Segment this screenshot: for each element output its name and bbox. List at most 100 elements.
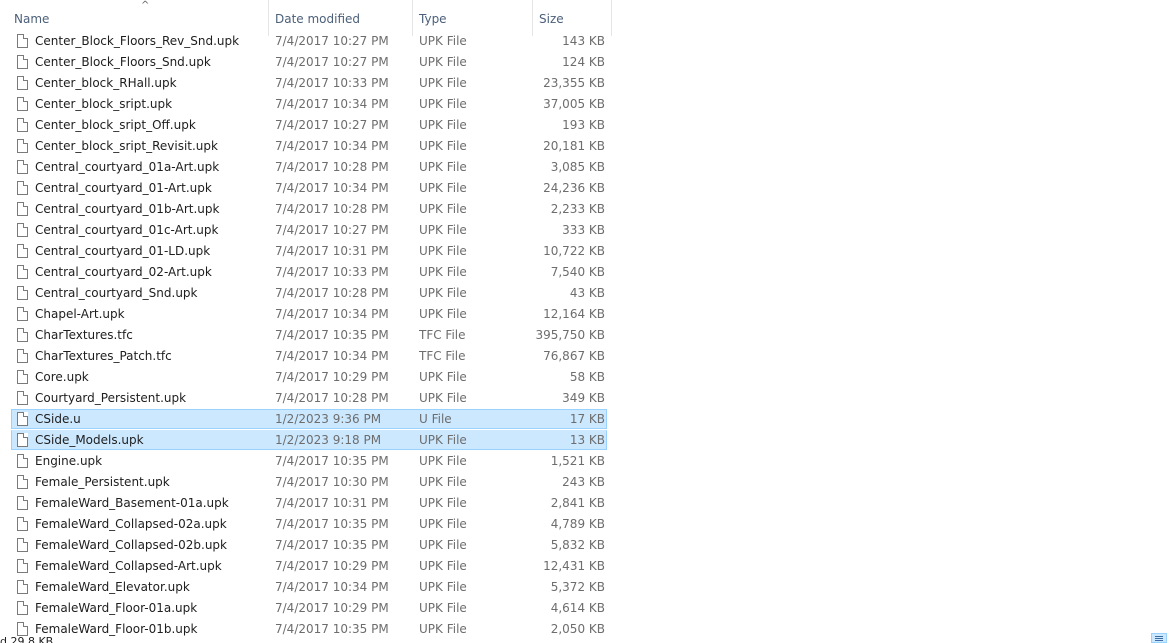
- file-type: UPK File: [419, 433, 467, 447]
- file-date-modified: 7/4/2017 10:27 PM: [275, 34, 389, 48]
- file-row[interactable]: Core.upk 7/4/2017 10:29 PM UPK File 58 KB: [0, 367, 1171, 388]
- file-name: Center_Block_Floors_Snd.upk: [35, 55, 211, 69]
- file-icon: [17, 391, 28, 405]
- file-row[interactable]: Center_block_sript.upk 7/4/2017 10:34 PM U…: [0, 94, 1171, 115]
- file-row[interactable]: Center_block_RHall.upk 7/4/2017 10:33 PM U…: [0, 73, 1171, 94]
- file-name: CSide_Models.upk: [35, 433, 144, 447]
- file-size: 17 KB: [569, 412, 605, 426]
- column-header-type-label: Type: [419, 12, 447, 26]
- file-name: FemaleWard_Floor-01b.upk: [35, 622, 198, 636]
- file-date-modified: 7/4/2017 10:30 PM: [275, 475, 389, 489]
- file-size: 12,431 KB: [543, 559, 605, 573]
- file-type: UPK File: [419, 202, 467, 216]
- file-row[interactable]: Chapel-Art.upk 7/4/2017 10:34 PM UPK File 1…: [0, 304, 1171, 325]
- file-name: CharTextures_Patch.tfc: [35, 349, 172, 363]
- file-row[interactable]: Central_courtyard_01c-Art.upk 7/4/2017 10…: [0, 220, 1171, 241]
- file-icon: [17, 34, 28, 48]
- file-date-modified: 7/4/2017 10:28 PM: [275, 202, 389, 216]
- file-row[interactable]: Central_courtyard_01a-Art.upk 7/4/2017 10…: [0, 157, 1171, 178]
- file-type: UPK File: [419, 244, 467, 258]
- file-name: Central_courtyard_Snd.upk: [35, 286, 198, 300]
- file-type: UPK File: [419, 139, 467, 153]
- file-name: FemaleWard_Collapsed-02a.upk: [35, 517, 227, 531]
- file-row[interactable]: CharTextures_Patch.tfc 7/4/2017 10:34 PM T…: [0, 346, 1171, 367]
- file-row[interactable]: Center_block_sript_Off.upk 7/4/2017 10:27…: [0, 115, 1171, 136]
- file-size: 76,867 KB: [543, 349, 605, 363]
- file-name: Central_courtyard_01-Art.upk: [35, 181, 212, 195]
- file-icon: [17, 97, 28, 111]
- file-name: Central_courtyard_01c-Art.upk: [35, 223, 219, 237]
- file-name: Center_block_RHall.upk: [35, 76, 177, 90]
- file-size: 23,355 KB: [543, 76, 605, 90]
- file-row[interactable]: Central_courtyard_01-Art.upk 7/4/2017 10:…: [0, 178, 1171, 199]
- file-icon: [17, 118, 28, 132]
- file-row[interactable]: FemaleWard_Floor-01a.upk 7/4/2017 10:29 P…: [0, 598, 1171, 619]
- file-date-modified: 7/4/2017 10:34 PM: [275, 97, 389, 111]
- file-size: 143 KB: [562, 34, 605, 48]
- file-row[interactable]: FemaleWard_Basement-01a.upk 7/4/2017 10:3…: [0, 493, 1171, 514]
- file-row[interactable]: Central_courtyard_01b-Art.upk 7/4/2017 10…: [0, 199, 1171, 220]
- file-type: UPK File: [419, 601, 467, 615]
- file-type: UPK File: [419, 454, 467, 468]
- file-name: FemaleWard_Floor-01a.upk: [35, 601, 198, 615]
- file-icon: [17, 454, 28, 468]
- file-icon: [17, 370, 28, 384]
- file-row[interactable]: FemaleWard_Elevator.upk 7/4/2017 10:34 PM…: [0, 577, 1171, 598]
- file-row[interactable]: Central_courtyard_01-LD.upk 7/4/2017 10:3…: [0, 241, 1171, 262]
- file-name: Core.upk: [35, 370, 89, 384]
- file-date-modified: 7/4/2017 10:35 PM: [275, 454, 389, 468]
- file-icon: [17, 433, 28, 447]
- file-row[interactable]: Courtyard_Persistent.upk 7/4/2017 10:28 P…: [0, 388, 1171, 409]
- file-name: Center_Block_Floors_Rev_Snd.upk: [35, 34, 240, 48]
- file-type: UPK File: [419, 160, 467, 174]
- file-date-modified: 7/4/2017 10:27 PM: [275, 55, 389, 69]
- file-date-modified: 7/4/2017 10:29 PM: [275, 370, 389, 384]
- file-icon: [17, 496, 28, 510]
- column-header-date-label: Date modified: [275, 12, 361, 26]
- file-icon: [17, 76, 28, 90]
- file-type: U File: [419, 412, 452, 426]
- file-name: Center_block_sript.upk: [35, 97, 173, 111]
- file-name: FemaleWard_Collapsed-Art.upk: [35, 559, 222, 573]
- file-type: TFC File: [419, 349, 466, 363]
- file-row[interactable]: CSide.u 1/2/2023 9:36 PM U File 17 KB: [0, 409, 1171, 430]
- file-row[interactable]: Center_block_sript_Revisit.upk 7/4/2017 1…: [0, 136, 1171, 157]
- file-row[interactable]: Central_courtyard_Snd.upk 7/4/2017 10:28 …: [0, 283, 1171, 304]
- file-row[interactable]: Engine.upk 7/4/2017 10:35 PM UPK File 1,521…: [0, 451, 1171, 472]
- file-type: UPK File: [419, 76, 467, 90]
- file-icon: [17, 475, 28, 489]
- file-size: 43 KB: [569, 286, 605, 300]
- file-size: 58 KB: [569, 370, 605, 384]
- file-icon: [17, 55, 28, 69]
- file-row[interactable]: Female_Persistent.upk 7/4/2017 10:30 PM UP…: [0, 472, 1171, 493]
- column-header-size-label: Size: [539, 12, 564, 26]
- sort-ascending-icon: ^: [141, 0, 150, 11]
- file-icon: [17, 286, 28, 300]
- file-type: TFC File: [419, 328, 466, 342]
- file-type: UPK File: [419, 559, 467, 573]
- file-type: UPK File: [419, 307, 467, 321]
- file-row[interactable]: FemaleWard_Collapsed-Art.upk 7/4/2017 10:…: [0, 556, 1171, 577]
- file-row[interactable]: Center_Block_Floors_Snd.upk 7/4/2017 10:2…: [0, 52, 1171, 73]
- file-type: UPK File: [419, 286, 467, 300]
- file-date-modified: 7/4/2017 10:31 PM: [275, 496, 389, 510]
- file-date-modified: 7/4/2017 10:33 PM: [275, 76, 389, 90]
- file-icon: [17, 223, 28, 237]
- file-row[interactable]: Central_courtyard_02-Art.upk 7/4/2017 10:…: [0, 262, 1171, 283]
- file-name: Engine.upk: [35, 454, 103, 468]
- file-icon: [17, 580, 28, 594]
- file-icon: [17, 160, 28, 174]
- file-type: UPK File: [419, 517, 467, 531]
- file-size: 395,750 KB: [535, 328, 605, 342]
- file-row[interactable]: FemaleWard_Collapsed-02a.upk 7/4/2017 10:…: [0, 514, 1171, 535]
- file-row[interactable]: FemaleWard_Collapsed-02b.upk 7/4/2017 10:…: [0, 535, 1171, 556]
- file-date-modified: 7/4/2017 10:27 PM: [275, 223, 389, 237]
- file-name: Female_Persistent.upk: [35, 475, 170, 489]
- details-view-icon[interactable]: [1151, 633, 1167, 643]
- file-row[interactable]: CharTextures.tfc 7/4/2017 10:35 PM TFC Fil…: [0, 325, 1171, 346]
- file-row[interactable]: CSide_Models.upk 1/2/2023 9:18 PM UPK File…: [0, 430, 1171, 451]
- file-icon: [17, 559, 28, 573]
- file-name: Courtyard_Persistent.upk: [35, 391, 187, 405]
- file-row[interactable]: Center_Block_Floors_Rev_Snd.upk 7/4/2017 …: [0, 31, 1171, 52]
- file-row[interactable]: FemaleWard_Floor-01b.upk 7/4/2017 10:35 P…: [0, 619, 1171, 640]
